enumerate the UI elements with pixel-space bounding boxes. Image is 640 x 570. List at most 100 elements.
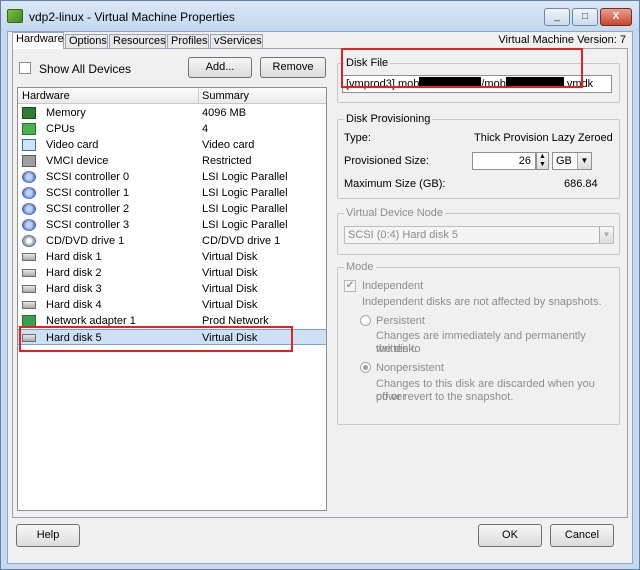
hardware-row-vmci[interactable]: VMCI device Restricted bbox=[18, 153, 326, 169]
nonpersistent-description-line-2: off or revert to the snapshot. bbox=[376, 391, 514, 403]
hardware-list-header: Hardware Summary bbox=[18, 88, 326, 104]
hardware-summary: LSI Logic Parallel bbox=[202, 187, 288, 199]
hardware-summary: Restricted bbox=[202, 155, 252, 167]
chevron-down-icon: ▼ bbox=[577, 153, 591, 169]
independent-description: Independent disks are not affected by sn… bbox=[362, 296, 602, 308]
mode-title: Mode bbox=[344, 261, 376, 273]
hardware-row-hard-disk-2[interactable]: Hard disk 2 Virtual Disk bbox=[18, 265, 326, 281]
persistent-label: Persistent bbox=[376, 315, 425, 327]
size-unit-select[interactable]: GB ▼ bbox=[552, 152, 592, 170]
hardware-name: Hard disk 4 bbox=[46, 299, 102, 311]
hardware-summary: 4096 MB bbox=[202, 107, 247, 119]
hardware-name: SCSI controller 3 bbox=[46, 219, 130, 231]
hardware-name: Hard disk 3 bbox=[46, 283, 102, 295]
hardware-row-scsi-1[interactable]: SCSI controller 1 LSI Logic Parallel bbox=[18, 185, 326, 201]
persistent-radio[interactable] bbox=[360, 315, 371, 326]
hardware-row-hard-disk-1[interactable]: Hard disk 1 Virtual Disk bbox=[18, 249, 326, 265]
hardware-summary: Video card bbox=[202, 139, 255, 151]
show-all-devices-label: Show All Devices bbox=[39, 62, 132, 76]
cd-dvd-icon bbox=[22, 235, 36, 247]
hardware-tab-panel: Show All Devices Add... Remove Hardware … bbox=[12, 48, 628, 518]
column-header-hardware[interactable]: Hardware bbox=[22, 90, 70, 102]
hardware-name: Video card bbox=[46, 139, 99, 151]
remove-button[interactable]: Remove bbox=[260, 57, 326, 78]
scsi-controller-icon bbox=[22, 203, 36, 215]
memory-icon bbox=[22, 107, 36, 119]
hardware-summary: Virtual Disk bbox=[202, 251, 258, 263]
hard-disk-icon bbox=[22, 301, 36, 309]
hardware-name: Hard disk 2 bbox=[46, 267, 102, 279]
dialog-client-area: Hardware Options Resources Profiles vSer… bbox=[7, 31, 633, 564]
hard-disk-icon bbox=[22, 269, 36, 277]
hard-disk-icon bbox=[22, 253, 36, 261]
hardware-name: SCSI controller 1 bbox=[46, 187, 130, 199]
hardware-summary: Virtual Disk bbox=[202, 299, 258, 311]
close-button[interactable]: X bbox=[600, 8, 632, 26]
hardware-row-memory[interactable]: Memory 4096 MB bbox=[18, 105, 326, 121]
column-divider[interactable] bbox=[198, 88, 199, 104]
hardware-name: Memory bbox=[46, 107, 86, 119]
max-size-value: 686.84 bbox=[564, 178, 598, 190]
hardware-name: Hard disk 1 bbox=[46, 251, 102, 263]
virtual-device-node-title: Virtual Device Node bbox=[344, 207, 446, 219]
hardware-summary: Virtual Disk bbox=[202, 283, 258, 295]
disk-file-highlight bbox=[341, 48, 583, 88]
provisioned-size-spinner[interactable]: ▲ ▼ bbox=[536, 152, 549, 170]
chevron-down-icon: ▼ bbox=[599, 227, 613, 243]
vmci-icon bbox=[22, 155, 36, 167]
hardware-row-hard-disk-3[interactable]: Hard disk 3 Virtual Disk bbox=[18, 281, 326, 297]
independent-checkbox[interactable]: ✔ bbox=[344, 280, 356, 292]
hardware-list[interactable]: Hardware Summary Memory 4096 MB CPUs 4 V… bbox=[17, 87, 327, 511]
hardware-row-scsi-3[interactable]: SCSI controller 3 LSI Logic Parallel bbox=[18, 217, 326, 233]
hardware-summary: CD/DVD drive 1 bbox=[202, 235, 281, 247]
nonpersistent-radio[interactable] bbox=[360, 362, 371, 373]
independent-label: Independent bbox=[362, 280, 424, 292]
title-bar[interactable]: vdp2-linux - Virtual Machine Properties … bbox=[1, 1, 639, 31]
type-label: Type: bbox=[344, 132, 371, 144]
virtual-device-node-group: Virtual Device Node SCSI (0:4) Hard disk… bbox=[337, 207, 620, 255]
hardware-row-video-card[interactable]: Video card Video card bbox=[18, 137, 326, 153]
hardware-name: VMCI device bbox=[46, 155, 109, 167]
help-button[interactable]: Help bbox=[16, 524, 80, 547]
hardware-name: SCSI controller 0 bbox=[46, 171, 130, 183]
hardware-summary: Virtual Disk bbox=[202, 267, 258, 279]
maximize-button[interactable]: □ bbox=[572, 8, 598, 26]
hardware-summary: LSI Logic Parallel bbox=[202, 219, 288, 231]
tab-options[interactable]: Options bbox=[65, 34, 108, 48]
window-title: vdp2-linux - Virtual Machine Properties bbox=[29, 10, 235, 24]
hardware-row-hard-disk-4[interactable]: Hard disk 4 Virtual Disk bbox=[18, 297, 326, 313]
show-all-devices-checkbox[interactable] bbox=[19, 62, 31, 74]
scsi-controller-icon bbox=[22, 171, 36, 183]
ok-button[interactable]: OK bbox=[478, 524, 542, 547]
mode-group: Mode ✔ Independent Independent disks are… bbox=[337, 261, 620, 425]
column-header-summary[interactable]: Summary bbox=[202, 90, 249, 102]
virtual-device-node-select[interactable]: SCSI (0:4) Hard disk 5 ▼ bbox=[344, 226, 614, 244]
hardware-row-cpus[interactable]: CPUs 4 bbox=[18, 121, 326, 137]
hardware-name: CD/DVD drive 1 bbox=[46, 235, 125, 247]
cancel-button[interactable]: Cancel bbox=[550, 524, 614, 547]
hardware-summary: LSI Logic Parallel bbox=[202, 171, 288, 183]
max-size-label: Maximum Size (GB): bbox=[344, 178, 446, 190]
hardware-summary: 4 bbox=[202, 123, 209, 135]
hardware-row-scsi-0[interactable]: SCSI controller 0 LSI Logic Parallel bbox=[18, 169, 326, 185]
provisioned-size-input[interactable]: 26 bbox=[472, 152, 536, 170]
tab-profiles[interactable]: Profiles bbox=[167, 34, 209, 48]
vm-icon bbox=[7, 9, 23, 23]
selected-row-highlight bbox=[19, 326, 293, 352]
hardware-name: CPUs bbox=[46, 123, 75, 135]
hardware-row-cd-dvd[interactable]: CD/DVD drive 1 CD/DVD drive 1 bbox=[18, 233, 326, 249]
add-button[interactable]: Add... bbox=[188, 57, 252, 78]
size-unit-value: GB bbox=[556, 155, 572, 167]
nonpersistent-label: Nonpersistent bbox=[376, 362, 444, 374]
minimize-button[interactable]: _ bbox=[544, 8, 570, 26]
disk-provisioning-group: Disk Provisioning Type: Thick Provision … bbox=[337, 113, 620, 199]
tab-vservices[interactable]: vServices bbox=[210, 34, 263, 48]
hardware-row-scsi-2[interactable]: SCSI controller 2 LSI Logic Parallel bbox=[18, 201, 326, 217]
virtual-device-node-value: SCSI (0:4) Hard disk 5 bbox=[348, 229, 459, 241]
tab-hardware[interactable]: Hardware bbox=[12, 32, 64, 49]
scsi-controller-icon bbox=[22, 187, 36, 199]
vm-properties-window: vdp2-linux - Virtual Machine Properties … bbox=[0, 0, 640, 570]
vm-version-label: Virtual Machine Version: 7 bbox=[498, 34, 626, 46]
tab-resources[interactable]: Resources bbox=[109, 34, 166, 48]
hard-disk-icon bbox=[22, 285, 36, 293]
